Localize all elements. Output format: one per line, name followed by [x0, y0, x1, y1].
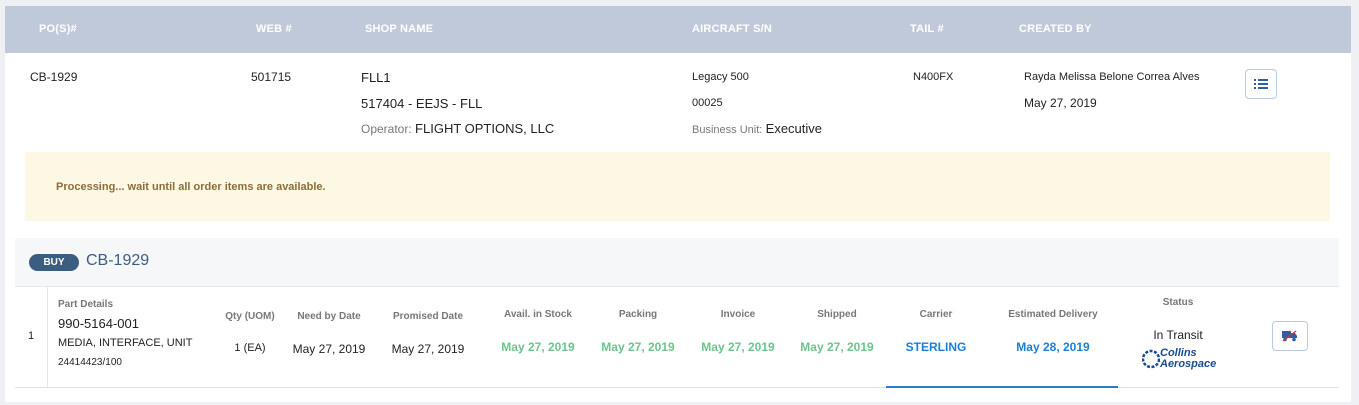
- hdr-need: Need by Date: [297, 311, 361, 322]
- operator: Operator: FLIGHT OPTIONS, LLC: [361, 121, 554, 136]
- hdr-invoice: Invoice: [720, 309, 756, 320]
- qty-value: 1 (EA): [234, 342, 266, 354]
- operator-label: Operator:: [361, 122, 412, 136]
- invoice-date: May 27, 2019: [701, 340, 775, 354]
- business-unit: Business Unit: Executive: [692, 121, 822, 136]
- part-number[interactable]: 990-5164-001: [58, 316, 139, 331]
- col-created: CREATED BY: [1019, 23, 1092, 35]
- table-row: 1 Part Details 990-5164-001 MEDIA, INTER…: [15, 287, 1339, 388]
- list-icon: [1254, 79, 1268, 89]
- created-date: May 27, 2019: [1024, 96, 1097, 110]
- track-shipment-button[interactable]: [1272, 321, 1308, 351]
- col-aircraft: AIRCRAFT S/N: [692, 23, 773, 35]
- col-pos: PO(S)#: [39, 23, 77, 35]
- need-date: May 27, 2019: [292, 342, 366, 356]
- business-unit-label: Business Unit:: [692, 124, 763, 136]
- business-unit-value: Executive: [765, 121, 823, 136]
- table-header: PO(S)# WEB # SHOP NAME AIRCRAFT S/N TAIL…: [5, 6, 1351, 53]
- logo-text: Collins Aerospace: [1160, 348, 1216, 370]
- collins-logo-icon: [1142, 349, 1160, 369]
- order-section-header: BUY CB-1929: [15, 238, 1339, 287]
- part-serial: 24414423/100: [58, 357, 122, 368]
- carrier-link[interactable]: STERLING: [891, 340, 981, 354]
- row-index: 1: [28, 330, 35, 342]
- logo-line2: Aerospace: [1160, 358, 1217, 370]
- shipped-date: May 27, 2019: [800, 340, 874, 354]
- hdr-shipped: Shipped: [817, 309, 857, 320]
- promised-date: May 27, 2019: [391, 342, 465, 356]
- operator-value: FLIGHT OPTIONS, LLC: [415, 121, 555, 136]
- aircraft-sn: 00025: [692, 97, 723, 109]
- row-index-cell: 1: [15, 287, 48, 387]
- hdr-stock: Avail. in Stock: [504, 309, 572, 320]
- processing-alert: Processing... wait until all order items…: [25, 152, 1330, 221]
- col-web: WEB #: [256, 23, 292, 35]
- order-card: PO(S)# WEB # SHOP NAME AIRCRAFT S/N TAIL…: [5, 6, 1351, 402]
- order-items-section: BUY CB-1929 1 Part Details 990-5164-001 …: [15, 238, 1339, 398]
- collins-aerospace-logo: Collins Aerospace: [1142, 347, 1220, 371]
- alert-message: Processing... wait until all order items…: [56, 181, 326, 193]
- order-section-title: CB-1929: [86, 252, 150, 269]
- hdr-qty: Qty (UOM): [225, 311, 275, 322]
- hdr-packing: Packing: [618, 309, 658, 320]
- shop-code: 517404 - EEJS - FLL: [361, 96, 483, 111]
- status-value: In Transit: [1153, 328, 1203, 342]
- web-number: 501715: [251, 70, 292, 84]
- hdr-est-delivery: Estimated Delivery: [1008, 309, 1098, 320]
- part-description: MEDIA, INTERFACE, UNIT: [58, 337, 193, 349]
- packing-date: May 27, 2019: [601, 340, 675, 354]
- col-tail: TAIL #: [910, 23, 944, 35]
- hdr-promised: Promised Date: [392, 311, 464, 322]
- po-number[interactable]: CB-1929: [30, 70, 77, 84]
- hdr-part: Part Details: [58, 299, 114, 310]
- hdr-carrier: Carrier: [919, 309, 953, 320]
- created-by: Rayda Melissa Belone Correa Alves: [1024, 71, 1200, 83]
- carrier-underline: [886, 386, 1118, 388]
- tail-number: N400FX: [913, 71, 954, 83]
- shop-name: FLL1: [361, 70, 391, 85]
- aircraft-model: Legacy 500: [692, 71, 749, 83]
- hdr-status: Status: [1162, 297, 1194, 308]
- truck-icon: [1282, 330, 1297, 342]
- col-shop: SHOP NAME: [365, 23, 434, 35]
- order-details-button[interactable]: [1245, 69, 1277, 99]
- est-delivery-date: May 28, 2019: [1016, 340, 1090, 354]
- order-type-badge: BUY: [29, 254, 79, 271]
- stock-date: May 27, 2019: [501, 340, 575, 354]
